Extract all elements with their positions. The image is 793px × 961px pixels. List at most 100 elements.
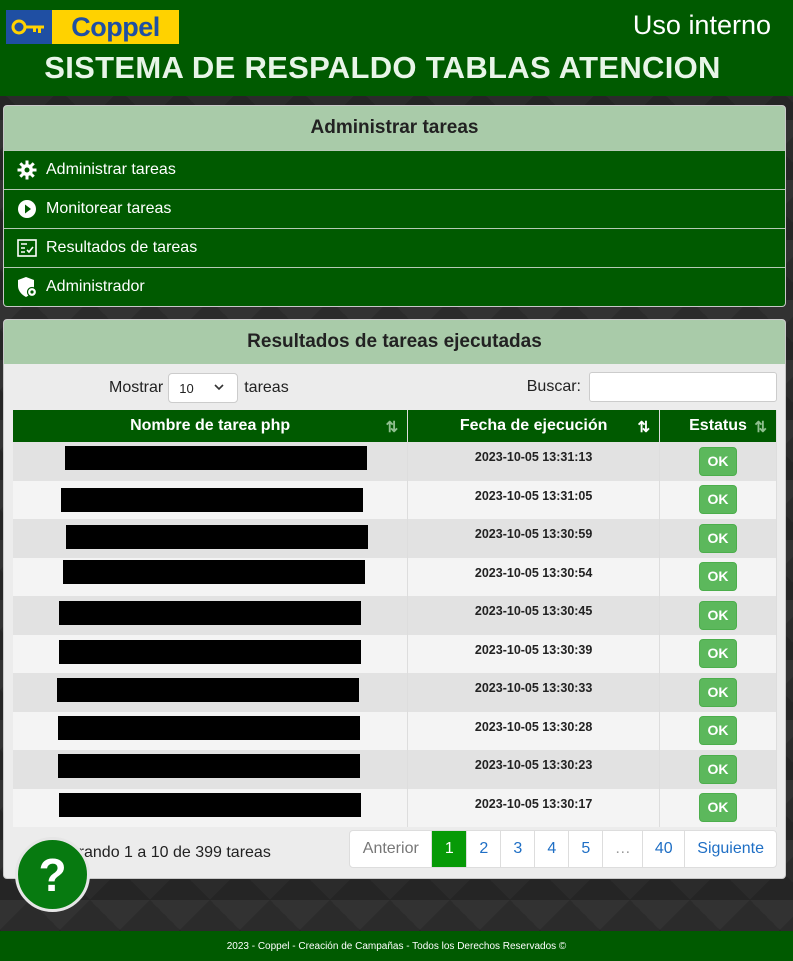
- status-cell: OK: [659, 442, 777, 481]
- sort-desc-icon: ⇅: [637, 419, 651, 436]
- footer: 2023 - Coppel - Creación de Campañas - T…: [0, 931, 793, 961]
- redacted-block: [66, 525, 368, 549]
- gear-icon: [16, 159, 38, 181]
- brand-name: Coppel: [52, 10, 179, 44]
- date-cell: 2023-10-05 13:30:54: [407, 557, 661, 596]
- search-control: Buscar:: [527, 372, 777, 402]
- menu-item-label: Administrador: [46, 278, 145, 295]
- column-header-label: Nombre de tarea php: [130, 417, 291, 434]
- page-title: SISTEMA DE RESPALDO TABLAS ATENCION: [44, 50, 721, 85]
- status-badge[interactable]: OK: [699, 600, 738, 630]
- table-row: 2023-10-05 13:30:39 OK: [13, 634, 777, 673]
- menu-item-label: Monitorear tareas: [46, 200, 172, 217]
- redacted-block: [57, 678, 359, 702]
- task-name-cell: [13, 596, 409, 635]
- pagination-page-2[interactable]: 2: [466, 831, 500, 867]
- task-name-cell: [13, 750, 409, 789]
- column-header-label: Fecha de ejecución: [459, 417, 608, 434]
- chevron-down-icon: [213, 381, 225, 396]
- column-header-label: Estatus: [689, 417, 747, 434]
- status-badge[interactable]: OK: [699, 793, 738, 823]
- date-cell: 2023-10-05 13:30:39: [407, 634, 661, 673]
- redacted-block: [61, 487, 363, 512]
- table-controls: Mostrar 10 tareas Buscar:: [4, 364, 785, 410]
- status-cell: OK: [659, 596, 777, 635]
- menu-item-task-results[interactable]: Resultados de tareas: [4, 228, 785, 267]
- table-row: 2023-10-05 13:30:54 OK: [13, 557, 777, 596]
- table-row: 2023-10-05 13:30:33 OK: [13, 673, 777, 712]
- page-length-control: Mostrar 10 tareas: [109, 373, 289, 403]
- play-circle-icon: [16, 198, 38, 220]
- pagination-ellipsis: …: [602, 831, 642, 867]
- show-suffix: tareas: [244, 379, 289, 396]
- status-cell: OK: [659, 711, 777, 750]
- task-name-cell: [13, 557, 409, 596]
- pagination-next[interactable]: Siguiente: [684, 831, 776, 867]
- results-panel: Resultados de tareas ejecutadas Mostrar …: [3, 319, 786, 879]
- status-badge[interactable]: OK: [699, 639, 738, 669]
- redacted-block: [59, 792, 361, 817]
- date-cell: 2023-10-05 13:30:28: [407, 711, 661, 750]
- page-length-select[interactable]: 10: [168, 373, 239, 403]
- menu-item-administrator[interactable]: Administrador: [4, 267, 785, 306]
- status-cell: OK: [659, 750, 777, 789]
- table-row: 2023-10-05 13:31:05 OK: [13, 480, 777, 519]
- results-table: Nombre de tarea php ⇅ Fecha de ejecución…: [13, 410, 777, 827]
- table-row: 2023-10-05 13:30:45 OK: [13, 596, 777, 635]
- pagination: Anterior 1 2 3 4 5 … 40 Siguiente: [349, 830, 777, 868]
- help-button[interactable]: ?: [15, 837, 90, 912]
- task-name-cell: [13, 788, 409, 827]
- status-badge[interactable]: OK: [699, 562, 738, 592]
- task-name-cell: [13, 480, 409, 519]
- key-icon: [6, 10, 52, 44]
- sort-icon: ⇅: [754, 419, 767, 436]
- menu-item-monitor-tasks[interactable]: Monitorear tareas: [4, 189, 785, 228]
- top-header: Coppel Uso interno SISTEMA DE RESPALDO T…: [0, 0, 793, 96]
- date-cell: 2023-10-05 13:30:17: [407, 788, 661, 827]
- search-label: Buscar:: [526, 378, 581, 395]
- table-row: 2023-10-05 13:30:23 OK: [13, 750, 777, 789]
- menu-item-label: Resultados de tareas: [46, 239, 198, 256]
- redacted-block: [65, 446, 367, 470]
- task-name-cell: [13, 519, 409, 558]
- status-badge[interactable]: OK: [699, 523, 738, 553]
- table-row: 2023-10-05 13:30:17 OK: [13, 788, 777, 827]
- checklist-icon: [16, 237, 38, 259]
- date-cell: 2023-10-05 13:30:23: [407, 750, 661, 789]
- pagination-page-4[interactable]: 4: [534, 831, 568, 867]
- status-cell: OK: [659, 788, 777, 827]
- sort-icon: ⇅: [385, 419, 399, 436]
- table-row: 2023-10-05 13:30:59 OK: [13, 519, 777, 558]
- column-header-date[interactable]: Fecha de ejecución ⇅: [407, 410, 661, 442]
- date-cell: 2023-10-05 13:31:05: [407, 480, 661, 519]
- pagination-page-1[interactable]: 1: [431, 831, 467, 867]
- status-badge[interactable]: OK: [699, 716, 738, 746]
- search-input[interactable]: [589, 372, 777, 402]
- pagination-page-40[interactable]: 40: [642, 831, 684, 867]
- date-cell: 2023-10-05 13:31:13: [407, 442, 661, 481]
- pagination-previous[interactable]: Anterior: [350, 831, 431, 867]
- status-cell: OK: [659, 519, 777, 558]
- tasks-menu-panel: Administrar tareas Administrar tareas Mo…: [3, 105, 786, 307]
- status-badge[interactable]: OK: [699, 754, 738, 784]
- date-cell: 2023-10-05 13:30:33: [407, 673, 661, 712]
- pagination-page-5[interactable]: 5: [568, 831, 602, 867]
- shield-user-icon: [16, 276, 38, 298]
- menu-item-admin-tasks[interactable]: Administrar tareas: [4, 150, 785, 189]
- status-badge[interactable]: OK: [699, 677, 738, 707]
- redacted-block: [59, 601, 361, 625]
- status-cell: OK: [659, 557, 777, 596]
- table-header-row: Nombre de tarea php ⇅ Fecha de ejecución…: [13, 410, 777, 442]
- column-header-task-name[interactable]: Nombre de tarea php ⇅: [13, 410, 409, 442]
- table-row: 2023-10-05 13:31:13 OK: [13, 442, 777, 481]
- coppel-logo[interactable]: Coppel: [6, 10, 179, 44]
- page-length-value: 10: [179, 380, 194, 396]
- redacted-block: [63, 559, 365, 584]
- column-header-status[interactable]: Estatus ⇅: [659, 410, 777, 442]
- status-cell: OK: [659, 480, 777, 519]
- pagination-page-3[interactable]: 3: [500, 831, 534, 867]
- status-badge[interactable]: OK: [699, 446, 738, 476]
- internal-use-label: Uso interno: [632, 10, 771, 40]
- status-badge[interactable]: OK: [699, 485, 738, 515]
- table-row: 2023-10-05 13:30:28 OK: [13, 711, 777, 750]
